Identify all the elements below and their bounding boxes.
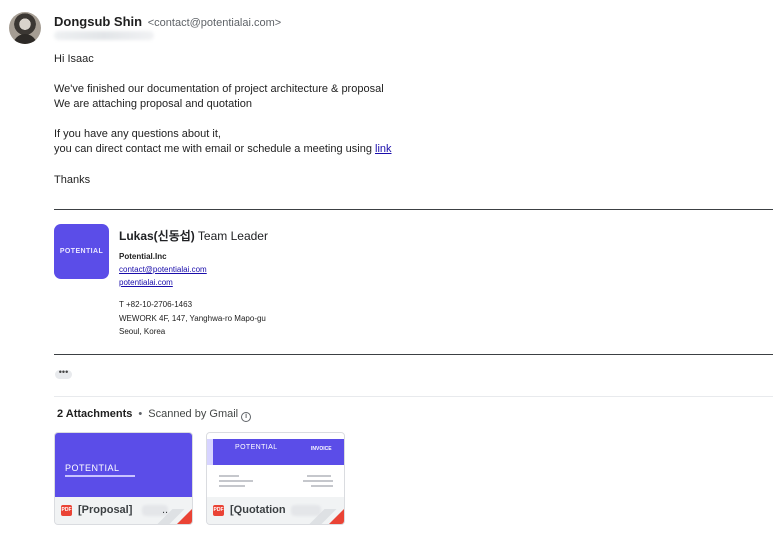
signature-website-link[interactable]: potentialai.com (119, 278, 173, 287)
schedule-meeting-link[interactable]: link (375, 143, 392, 155)
page-fold-icon (177, 509, 192, 524)
avatar-figure (13, 34, 37, 44)
attachment-card-proposal[interactable]: POTENTIAL PDF [Proposal] .. (54, 432, 193, 525)
thumbnail-text-line (219, 475, 239, 477)
thumbnail-text-line (311, 485, 333, 487)
sender-email: <contact@potentialai.com> (147, 17, 282, 29)
signature-company: Potential.Inc (119, 252, 167, 261)
sender-avatar[interactable] (9, 12, 41, 44)
thumbnail-invoice-label: INVOICE (311, 446, 332, 452)
thumbnail-band (213, 439, 344, 465)
header-separator-dot: • (138, 408, 143, 420)
signature-email-link[interactable]: contact@potentialai.com (119, 265, 207, 274)
thumbnail-subtitle-bar (65, 475, 135, 477)
body-line-3: If you have any questions about it, (54, 128, 221, 140)
body-line-1: We've finished our documentation of proj… (54, 83, 384, 95)
signature-address-line-2: Seoul, Korea (119, 327, 166, 336)
thumbnail-text-line (307, 475, 331, 477)
closing: Thanks (54, 174, 91, 186)
filename-redacted (291, 505, 321, 516)
thumbnail-brand: POTENTIAL (65, 463, 120, 473)
signature-role: Team Leader (194, 229, 268, 243)
signature-title: Lukas(신동섭) Team Leader (119, 227, 268, 244)
attachment-card-quotation[interactable]: POTENTIAL INVOICE PDF [Quotation (206, 432, 345, 525)
attachment-filename-text: [Proposal] (78, 504, 133, 516)
show-trimmed-content-button[interactable]: ••• (55, 368, 72, 379)
pdf-icon: PDF (213, 505, 224, 516)
attachments-count: 2 Attachments (57, 408, 133, 420)
body-line-2: We are attaching proposal and quotation (54, 98, 252, 110)
signature-address-line-1: WEWORK 4F, 147, Yanghwa-ro Mapo-gu (119, 314, 266, 323)
attachment-footer: PDF [Proposal] .. (55, 497, 192, 524)
body-line-4-text: you can direct contact me with email or … (54, 143, 375, 155)
signature-website-row: potentialai.com (119, 278, 173, 287)
info-icon[interactable]: i (241, 412, 252, 422)
pdf-icon: PDF (61, 505, 72, 516)
thumbnail-text-line (219, 485, 245, 487)
company-logo: POTENTIAL (54, 224, 109, 279)
attachment-thumbnail: POTENTIAL INVOICE (207, 433, 344, 499)
attachments-separator (54, 396, 773, 397)
thumbnail-text-line (219, 480, 253, 482)
sender-line: Dongsub Shin <contact@potentialai.com> (54, 14, 281, 29)
signature-name: Lukas(신동섭) (119, 229, 195, 243)
attachment-filename: [Proposal] (78, 504, 132, 516)
signature-phone: T +82-10-2706-1463 (119, 300, 193, 309)
scanned-by-gmail-label: Scanned by Gmail (148, 408, 239, 420)
attachment-footer: PDF [Quotation (207, 497, 344, 524)
signature-divider-bottom (54, 354, 773, 355)
body-line-4: you can direct contact me with email or … (54, 143, 392, 155)
attachment-thumbnail: POTENTIAL (55, 433, 192, 499)
greeting: Hi Isaac (54, 53, 94, 65)
signature-email-row: contact@potentialai.com (119, 265, 207, 274)
thumbnail-brand: POTENTIAL (235, 444, 278, 451)
attachments-header: 2 Attachments • Scanned by Gmail i (57, 408, 252, 422)
page-fold-icon (329, 509, 344, 524)
attachment-filename: [Quotation (230, 504, 286, 516)
recipient-redacted (54, 31, 154, 40)
logo-text: POTENTIAL (59, 248, 104, 255)
sender-name[interactable]: Dongsub Shin (54, 14, 142, 29)
thumbnail-text-line (303, 480, 333, 482)
signature-divider-top (54, 209, 773, 210)
